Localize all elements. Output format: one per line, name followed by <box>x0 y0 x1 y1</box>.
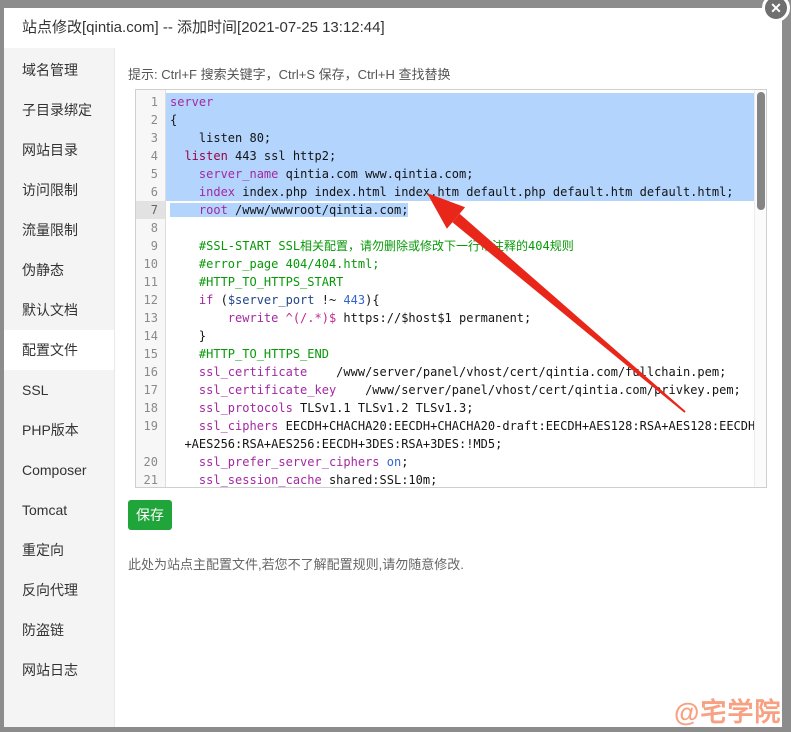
sidebar-item-traffic-limit[interactable]: 流量限制 <box>4 210 114 250</box>
line-number: 15 <box>136 345 165 363</box>
sidebar: 域名管理 子目录绑定 网站目录 访问限制 流量限制 伪静态 默认文档 配置文件 … <box>4 48 115 727</box>
code-line: { <box>166 111 766 129</box>
line-number: 11 <box>136 273 165 291</box>
close-icon[interactable]: ✕ <box>762 0 790 22</box>
code-line: #HTTP_TO_HTTPS_START <box>166 273 766 291</box>
code-line <box>166 219 766 237</box>
code-line: ssl_certificate_key /www/server/panel/vh… <box>166 381 766 399</box>
config-file-panel: 提示: Ctrl+F 搜索关键字，Ctrl+S 保存，Ctrl+H 查找替换 1… <box>115 48 782 727</box>
code-line: root /www/wwwroot/qintia.com; <box>166 201 766 219</box>
code-line: ssl_session_cache shared:SSL:10m; <box>166 471 766 487</box>
code-line: ssl_ciphers EECDH+CHACHA20:EECDH+CHACHA2… <box>166 417 766 435</box>
code-line: ssl_certificate /www/server/panel/vhost/… <box>166 363 766 381</box>
line-number: 3 <box>136 129 165 147</box>
editor-scrollbar[interactable] <box>754 90 766 487</box>
sidebar-item-tomcat[interactable]: Tomcat <box>4 490 114 530</box>
sidebar-item-php-version[interactable]: PHP版本 <box>4 410 114 450</box>
code-line: #error_page 404/404.html; <box>166 255 766 273</box>
sidebar-item-domain-manage[interactable]: 域名管理 <box>4 50 114 90</box>
line-number: 18 <box>136 399 165 417</box>
code-line: #HTTP_TO_HTTPS_END <box>166 345 766 363</box>
sidebar-item-site-dir[interactable]: 网站目录 <box>4 130 114 170</box>
sidebar-item-subdir-bind[interactable]: 子目录绑定 <box>4 90 114 130</box>
line-number: 20 <box>136 453 165 471</box>
line-numbers: 12345678910111213141516171819 2021 <box>136 90 166 487</box>
line-number-wrap <box>136 435 165 453</box>
modal-title: 站点修改[qintia.com] -- 添加时间[2021-07-25 13:1… <box>4 8 782 48</box>
line-number: 8 <box>136 219 165 237</box>
sidebar-item-default-doc[interactable]: 默认文档 <box>4 290 114 330</box>
line-number: 14 <box>136 327 165 345</box>
line-number: 1 <box>136 93 165 111</box>
code-line: listen 80; <box>166 129 766 147</box>
code-line: listen 443 ssl http2; <box>166 147 766 165</box>
code-line: index index.php index.html index.htm def… <box>166 183 766 201</box>
modal-body: 域名管理 子目录绑定 网站目录 访问限制 流量限制 伪静态 默认文档 配置文件 … <box>4 48 782 727</box>
code-line: ssl_protocols TLSv1.1 TLSv1.2 TLSv1.3; <box>166 399 766 417</box>
code-line: rewrite ^(/.*)$ https://$host$1 permanen… <box>166 309 766 327</box>
sidebar-item-reverse-proxy[interactable]: 反向代理 <box>4 570 114 610</box>
line-number: 19 <box>136 417 165 435</box>
code-line: } <box>166 327 766 345</box>
code-lines[interactable]: server{ listen 80; listen 443 ssl http2;… <box>166 90 766 487</box>
sidebar-item-site-log[interactable]: 网站日志 <box>4 650 114 690</box>
line-number: 16 <box>136 363 165 381</box>
line-number: 17 <box>136 381 165 399</box>
line-number: 13 <box>136 309 165 327</box>
line-number: 5 <box>136 165 165 183</box>
site-edit-modal: 站点修改[qintia.com] -- 添加时间[2021-07-25 13:1… <box>4 8 782 727</box>
sidebar-item-config-file[interactable]: 配置文件 <box>4 330 114 370</box>
line-number: 6 <box>136 183 165 201</box>
line-number: 4 <box>136 147 165 165</box>
line-number: 21 <box>136 471 165 488</box>
editor-hint-text: 提示: Ctrl+F 搜索关键字，Ctrl+S 保存，Ctrl+H 查找替换 <box>128 64 451 83</box>
sidebar-item-rewrite[interactable]: 伪静态 <box>4 250 114 290</box>
code-line: if ($server_port !~ 443){ <box>166 291 766 309</box>
editor-scrollbar-thumb[interactable] <box>757 92 765 210</box>
watermark-text: @宅学院 <box>674 692 781 729</box>
sidebar-item-hotlink-protect[interactable]: 防盗链 <box>4 610 114 650</box>
footer-note: 此处为站点主配置文件,若您不了解配置规则,请勿随意修改. <box>128 554 464 573</box>
line-number: 2 <box>136 111 165 129</box>
code-line: ssl_prefer_server_ciphers on; <box>166 453 766 471</box>
sidebar-item-composer[interactable]: Composer <box>4 450 114 490</box>
line-number: 9 <box>136 237 165 255</box>
line-number: 12 <box>136 291 165 309</box>
sidebar-item-ssl[interactable]: SSL <box>4 370 114 410</box>
code-line: server <box>166 93 766 111</box>
sidebar-item-redirect[interactable]: 重定向 <box>4 530 114 570</box>
line-number: 10 <box>136 255 165 273</box>
code-line: #SSL-START SSL相关配置，请勿删除或修改下一行带注释的404规则 <box>166 237 766 255</box>
config-code-editor[interactable]: 12345678910111213141516171819 2021 serve… <box>135 89 767 488</box>
line-number: 7 <box>136 201 165 219</box>
save-button[interactable]: 保存 <box>128 500 172 530</box>
code-line: server_name qintia.com www.qintia.com; <box>166 165 766 183</box>
sidebar-item-access-limit[interactable]: 访问限制 <box>4 170 114 210</box>
code-line-wrap: +AES256:RSA+AES256:EECDH+3DES:RSA+3DES:!… <box>166 435 766 453</box>
